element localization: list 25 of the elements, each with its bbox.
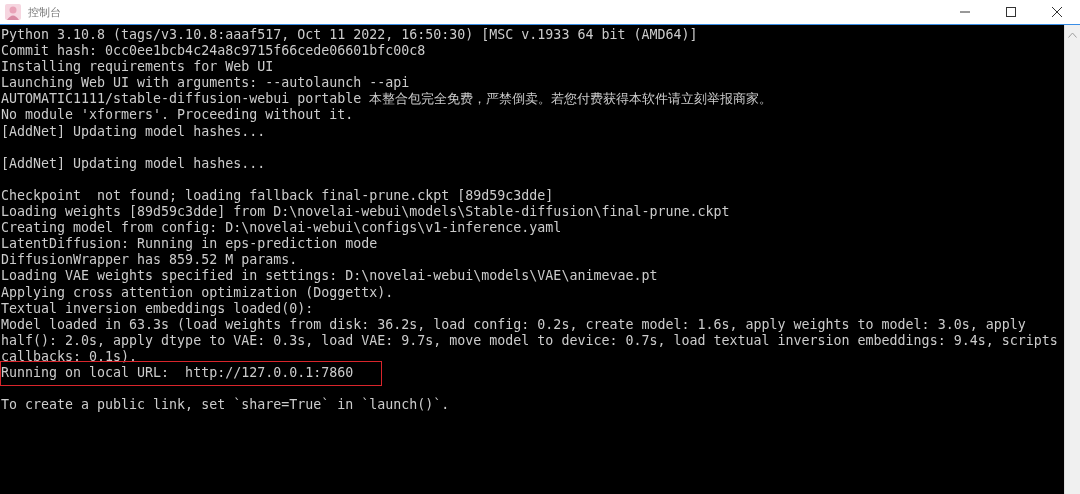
- console-line: [AddNet] Updating model hashes...: [1, 155, 266, 172]
- console-line: DiffusionWrapper has 859.52 M params.: [1, 252, 298, 269]
- console-line: half(): 2.0s, apply dtype to VAE: 0.3s, load VAE: 9.7s, move model to device: 0.7s, load textual inversion embeddings: 9.4s, scripts: [1, 332, 1058, 349]
- console-line: Python 3.10.8 (tags/v3.10.8:aaaf517, Oct 11 2022, 16:50:30) [MSC v.1933 64 bit (AMD64)]: [1, 27, 698, 44]
- console-line: Loading VAE weights specified in settings: D:\novelai-webui\models\VAE\animevae.pt: [1, 268, 658, 285]
- console-line: No module 'xformers'. Proceeding without it.: [1, 107, 354, 124]
- console-line: Model loaded in 63.3s (load weights from disk: 36.2s, load config: 0.2s, create model: 1.6s, apply weights to model: 3.0s, apply: [1, 316, 1026, 333]
- console-line: Launching Web UI with arguments: --autolaunch --api: [1, 75, 410, 92]
- close-icon[interactable]: [1051, 6, 1063, 18]
- avatar-icon: [5, 4, 21, 20]
- console-line: To create a public link, set `share=True` in `launch()`.: [1, 397, 450, 414]
- window-title: 控制台: [28, 4, 61, 20]
- console-line: LatentDiffusion: Running in eps-prediction mode: [1, 236, 378, 253]
- console-line: Textual inversion embeddings loaded(0):: [1, 300, 314, 317]
- maximize-icon[interactable]: [1005, 6, 1017, 18]
- console-line: Applying cross attention optimization (Doggettx).: [1, 284, 394, 301]
- console-line: Installing requirements for Web UI: [1, 59, 274, 76]
- scroll-up-icon[interactable]: [1068, 32, 1077, 38]
- scrollbar[interactable]: [1064, 25, 1080, 494]
- console-line: Commit hash: 0cc0ee1bcb4c24a8c9715f66cede06601bfc00c8: [1, 43, 426, 60]
- console-line: [AddNet] Updating model hashes...: [1, 123, 266, 140]
- console-line: Loading weights [89d59c3dde] from D:\novelai-webui\models\Stable-diffusion\final-prune.ckpt: [1, 204, 730, 221]
- console-line: Creating model from config: D:\novelai-webui\configs\v1-inference.yaml: [1, 220, 562, 237]
- console-line: Checkpoint not found; loading fallback final-prune.ckpt [89d59c3dde]: [1, 187, 554, 205]
- console-line: AUTOMATIC1111/stable-diffusion-webui portable 本整合包完全免费，严禁倒卖。若您付费获得本软件请立刻举报商家。: [1, 91, 773, 108]
